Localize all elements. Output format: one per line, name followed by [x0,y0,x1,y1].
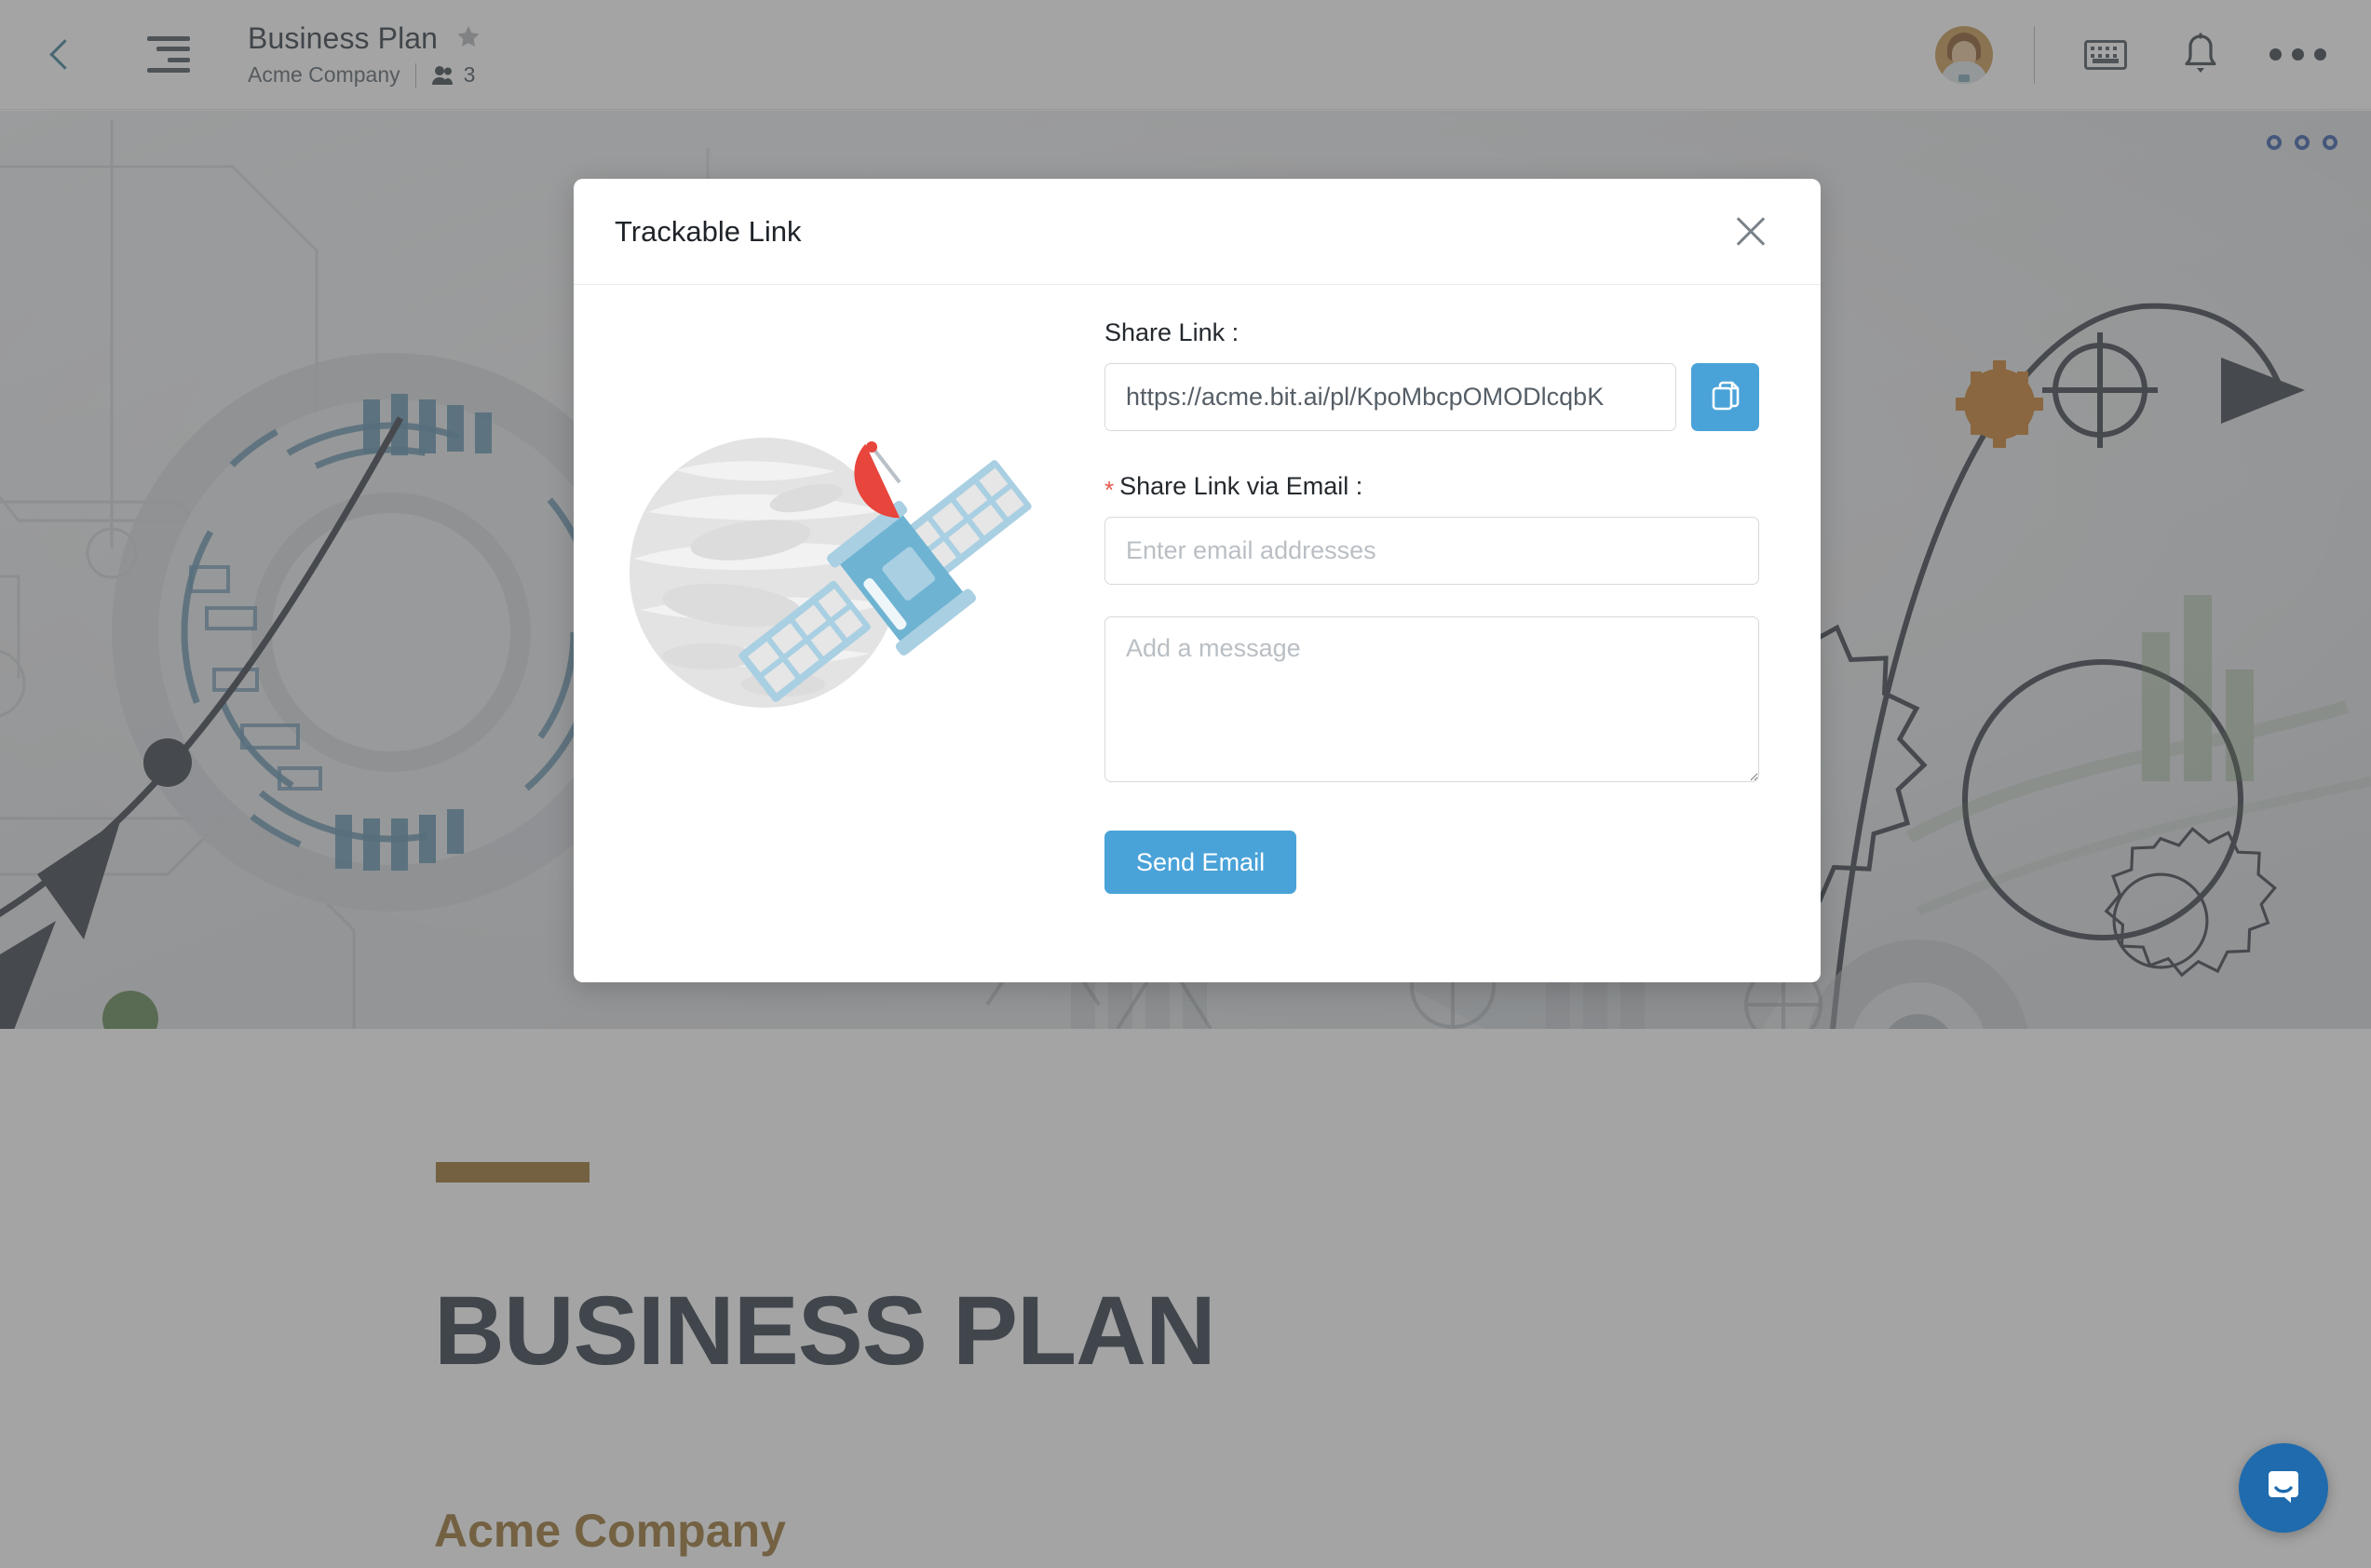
copy-icon [1710,380,1741,414]
intercom-chat-icon[interactable] [2239,1443,2328,1533]
email-addresses-input[interactable] [1104,517,1759,585]
share-email-label: * Share Link via Email : [1104,472,1759,504]
modal-header: Trackable Link [574,179,1821,285]
modal-body: Share Link : *Share Li [574,285,1821,982]
share-link-row [1104,363,1759,431]
copy-link-button[interactable] [1691,363,1759,431]
share-form: Share Link : *Share Li [1104,318,1821,982]
satellite-planet-illustration [574,318,1104,982]
message-textarea[interactable] [1104,616,1759,782]
send-email-button[interactable]: Send Email [1104,831,1297,894]
screen: Business Plan Acme Company [0,0,2371,1568]
share-link-input[interactable] [1104,363,1676,431]
close-icon[interactable] [1729,210,1772,253]
share-link-label: Share Link : [1104,318,1240,346]
trackable-link-modal: Trackable Link Share Link: https://acme… [574,179,1821,982]
required-marker: * [1104,476,1115,504]
share-email-label-text: Share Link via Email : [1119,472,1363,500]
modal-title: Trackable Link [615,214,802,248]
